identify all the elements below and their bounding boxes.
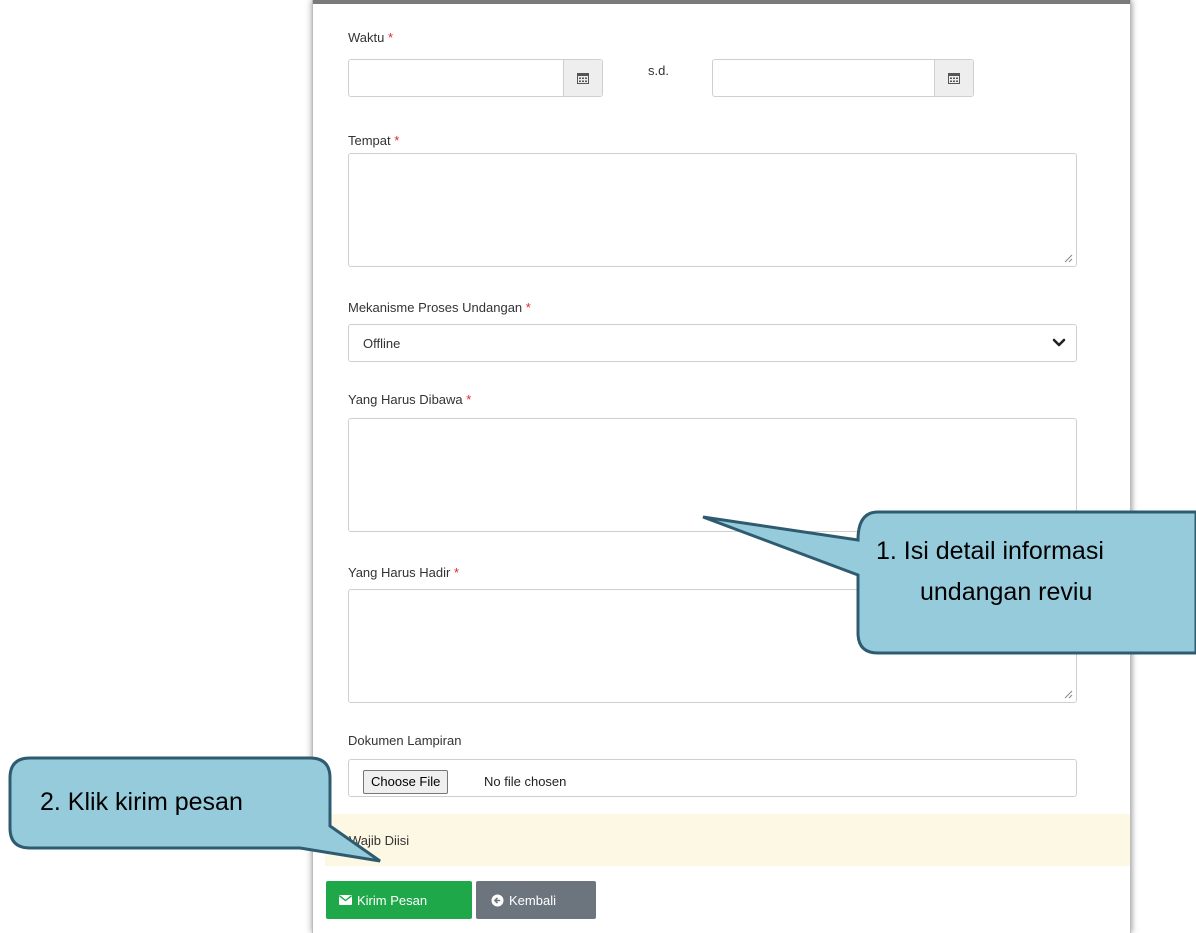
- mekanisme-select[interactable]: Offline: [348, 324, 1077, 362]
- end-date-input[interactable]: [712, 59, 974, 97]
- resize-handle-icon[interactable]: [1064, 254, 1073, 263]
- kembali-label: Kembali: [509, 892, 556, 908]
- arrow-circle-left-icon: [491, 894, 504, 906]
- kembali-button[interactable]: Kembali: [476, 881, 596, 919]
- tempat-label: Tempat *: [348, 133, 400, 148]
- resize-handle-icon[interactable]: [1064, 519, 1073, 528]
- callout-step2-text: 2. Klik kirim pesan: [40, 788, 243, 816]
- calendar-icon: [577, 73, 589, 84]
- choose-file-button[interactable]: Choose File: [363, 770, 449, 794]
- dibawa-textarea[interactable]: [348, 418, 1077, 532]
- calendar-icon: [948, 73, 960, 84]
- required-notice: Wajib Diisi: [325, 814, 1130, 866]
- mekanisme-label: Mekanisme Proses Undangan *: [348, 300, 531, 315]
- envelope-icon: [339, 895, 352, 905]
- required-notice-text: Wajib Diisi: [349, 833, 410, 848]
- callout-step1-line1: 1. Isi detail informasi: [876, 537, 1104, 565]
- tempat-textarea[interactable]: [348, 153, 1077, 267]
- resize-handle-icon[interactable]: [1064, 690, 1073, 699]
- start-date-input[interactable]: [348, 59, 603, 97]
- lampiran-label: Dokumen Lampiran: [348, 733, 462, 748]
- start-date-calendar-button[interactable]: [563, 60, 602, 96]
- file-input[interactable]: Choose File No file chosen: [348, 759, 1077, 797]
- kirim-pesan-button[interactable]: Kirim Pesan: [326, 881, 472, 919]
- callout-step1-line2: undangan reviu: [920, 578, 1093, 606]
- hadir-label: Yang Harus Hadir *: [348, 565, 460, 580]
- date-range-separator: s.d.: [648, 63, 669, 78]
- waktu-label: Waktu *: [348, 30, 394, 45]
- mekanisme-selected-value: Offline: [363, 335, 401, 351]
- file-status: No file chosen: [484, 774, 567, 789]
- dibawa-label: Yang Harus Dibawa *: [348, 392, 472, 407]
- end-date-calendar-button[interactable]: [934, 60, 973, 96]
- kirim-pesan-label: Kirim Pesan: [357, 892, 428, 908]
- chevron-down-icon: [1052, 338, 1066, 347]
